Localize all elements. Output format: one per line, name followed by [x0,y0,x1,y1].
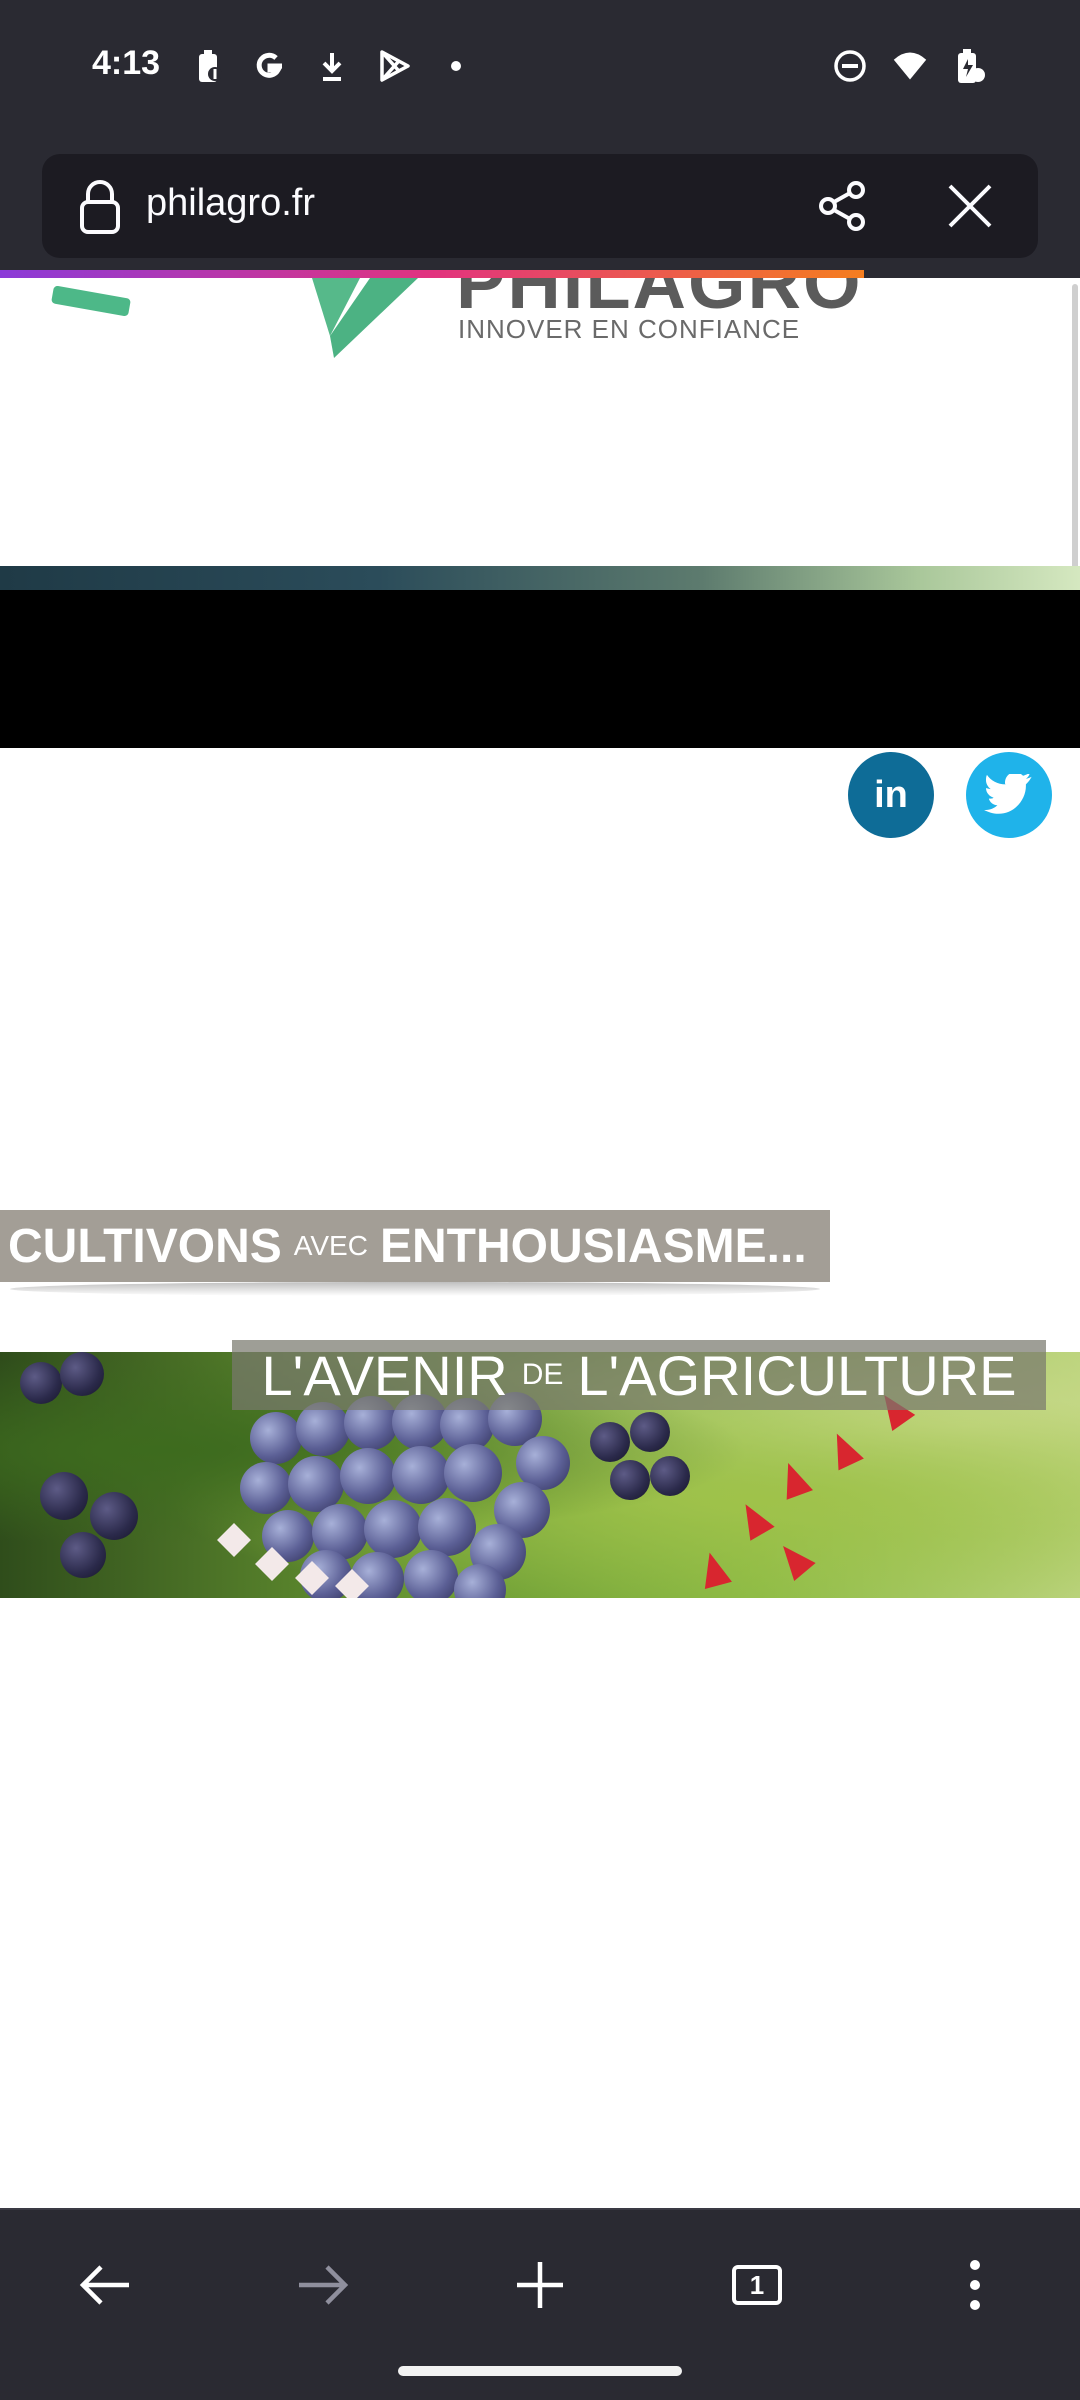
slogan2-word-a: L'AVENIR [261,1343,508,1407]
share-icon[interactable] [816,180,868,232]
red-bird [733,1497,775,1541]
close-icon[interactable] [942,178,998,234]
red-bird [824,1427,864,1471]
slogan2-word-b: L'AGRICULTURE [577,1343,1017,1407]
grape [630,1412,670,1452]
browser-toolbar: philagro.fr [0,140,1080,270]
more-vert-icon [970,2260,980,2310]
battery-charging-icon [952,48,988,84]
home-indicator[interactable] [398,2366,682,2376]
slogan1-word-b: ENTHOUSIASME... [379,1219,807,1273]
grape [404,1550,458,1598]
back-arrow-icon [79,2265,129,2305]
linkedin-button[interactable]: in [848,752,934,838]
tab-count: 1 [732,2265,782,2305]
grape [418,1498,476,1556]
hero-image-strip [0,566,1080,590]
grape [250,1412,302,1464]
download-icon [314,48,350,84]
grape [650,1456,690,1496]
slogan-banner-1: CULTIVONS AVEC ENTHOUSIASME... [0,1210,830,1282]
logo-decoration [51,285,131,317]
grape [60,1352,104,1396]
status-bar: 4:13 [0,0,1080,140]
plus-icon [517,2262,563,2308]
lock-icon[interactable] [76,180,124,234]
scrollbar[interactable] [1072,284,1078,570]
grape [20,1362,62,1404]
grape [364,1500,422,1558]
grape [90,1492,138,1540]
google-icon [252,48,288,84]
do-not-disturb-icon [832,48,868,84]
slogan1-shadow [10,1282,820,1296]
slogan1-word-a: CULTIVONS [8,1219,282,1273]
grape [444,1444,502,1502]
video-banner[interactable] [0,590,1080,748]
grape [610,1460,650,1500]
red-bird [696,1548,732,1590]
logo-tagline: INNOVER EN CONFIANCE [458,314,801,344]
red-bird [772,1536,816,1582]
status-icons-left [190,48,474,84]
dot-icon [438,48,474,84]
status-icons-right [832,48,988,84]
page-load-progress-fill [0,270,864,278]
slogan2-word-small: DE [521,1358,564,1391]
red-bird [775,1458,813,1500]
new-tab-button[interactable] [505,2250,575,2320]
address-bar[interactable]: philagro.fr [42,154,1038,258]
grape [60,1532,106,1578]
logo-mark-icon [312,278,418,358]
grape [392,1446,450,1504]
linkedin-icon: in [874,773,908,816]
menu-button[interactable] [940,2250,1010,2320]
grape [590,1422,630,1462]
forward-button[interactable] [288,2250,358,2320]
bottom-toolbar: 1 [0,2208,1080,2400]
tabs-button[interactable]: 1 [722,2250,792,2320]
play-store-icon [376,48,412,84]
page-load-progress [0,270,1080,278]
slogan-banner-2: L'AVENIR DE L'AGRICULTURE [232,1340,1046,1410]
twitter-button[interactable] [966,752,1052,838]
wifi-icon [892,48,928,84]
grape [340,1448,396,1504]
slogan1-word-small: AVEC [293,1230,368,1261]
battery-saver-icon [190,48,226,84]
back-button[interactable] [70,2250,140,2320]
status-time: 4:13 [92,44,161,82]
grape [240,1462,292,1514]
twitter-icon [984,774,1032,814]
grape [296,1402,350,1456]
forward-arrow-icon [299,2265,349,2305]
grape [40,1472,88,1520]
web-content[interactable]: PHILAGRO INNOVER EN CONFIANCE in CULTIVO… [0,278,1080,2208]
paper-diamond [217,1523,251,1557]
url-text[interactable]: philagro.fr [146,182,315,225]
